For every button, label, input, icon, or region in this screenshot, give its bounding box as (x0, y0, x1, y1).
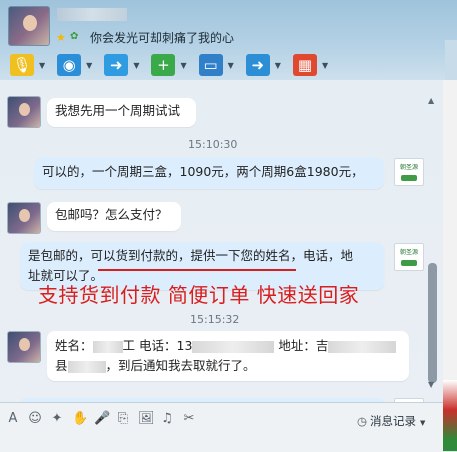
remote-desktop-button[interactable]: ▭ ▼ (198, 52, 234, 78)
chevron-down-icon[interactable]: ▼ (322, 61, 328, 70)
message-area[interactable]: 我想先用一个周期试试 15:10:30 可以的，一个周期三盒，1090元，两个周… (0, 80, 443, 402)
chevron-down-icon[interactable]: ▼ (180, 61, 186, 70)
message-text-line1: 是包邮的，可以货到付款的，提供一下您的姓名，电话，地 (28, 248, 354, 263)
chevron-down-icon[interactable]: ▼ (39, 61, 45, 70)
apps-button[interactable]: ▦ ▼ (292, 52, 328, 78)
scrollbar-thumb[interactable] (428, 263, 437, 383)
brand-logo-icon (401, 175, 417, 181)
font-icon[interactable]: A (6, 411, 20, 426)
brand-logo-icon (401, 260, 417, 266)
redacted-text (328, 340, 397, 353)
input-toolbar: A ☺ ✦ ✋ 🎤 ⎘ 🖼 ♫ ✂ ◷ 消息记录 ▼ (0, 402, 443, 452)
contact-name-blurred (57, 8, 127, 21)
message-history-button[interactable]: ◷ 消息记录 ▼ (357, 413, 425, 429)
scroll-up-icon[interactable]: ▲ (428, 96, 434, 105)
timestamp: 15:15:32 (190, 313, 240, 326)
timestamp: 15:10:30 (188, 138, 238, 151)
shake-icon[interactable]: ✋ (72, 411, 88, 426)
brand-name: 朝圣源 (399, 249, 418, 256)
file-transfer-button[interactable]: ➜ ▼ (104, 52, 139, 78)
contact-avatar[interactable] (8, 6, 50, 46)
message-text: 工 电话：13 (122, 338, 193, 353)
chevron-down-icon[interactable]: ▼ (275, 61, 281, 70)
chevron-down-icon[interactable]: ▼ (228, 61, 234, 70)
leaf-icon: ✿ (70, 31, 79, 42)
brand-avatar[interactable]: 朝圣源 (394, 158, 424, 186)
chat-scrollbar[interactable]: ▲ ▼ (427, 96, 438, 391)
brand-avatar[interactable]: 朝圣源 (394, 243, 424, 271)
side-panel-header (445, 40, 457, 80)
message-bubble: 可以的，一个周期三盒，1090元，两个周期6盒1980元， (34, 157, 384, 189)
chevron-down-icon[interactable]: ▼ (86, 61, 92, 70)
highlight-underline (98, 269, 296, 271)
add-message-icon: + (151, 54, 176, 76)
screen-share-icon: ➜ (245, 54, 270, 76)
contact-signature: 你会发光可却刺痛了我的心 (90, 31, 235, 45)
history-label: 消息记录 (370, 414, 417, 428)
emoji-icon[interactable]: ☺ (28, 411, 42, 426)
music-icon[interactable]: ♫ (160, 411, 174, 426)
side-panel (443, 80, 457, 451)
apps-icon: ▦ (292, 54, 317, 76)
redacted-text (92, 340, 123, 353)
message-text: 姓名： (55, 338, 93, 353)
chat-toolbar: 🎙 ▼ ◉ ▼ ➜ ▼ + ▼ ▭ ▼ ➜ ▼ ▦ ▼ (0, 50, 445, 80)
contact-avatar-small[interactable] (7, 96, 41, 128)
microphone-button[interactable]: 🎙 ▼ (10, 52, 45, 78)
message-bubble: 姓名： 工 电话：13 地址：吉 县 ，到后通知我去取就行了。 (47, 331, 409, 381)
brand-name: 朝圣源 (399, 164, 418, 171)
clock-icon: ◷ (357, 414, 368, 428)
screen-share-button[interactable]: ➜ ▼ (245, 52, 281, 78)
voice-icon[interactable]: 🎤 (94, 411, 110, 426)
add-message-button[interactable]: + ▼ (151, 52, 187, 78)
contact-avatar-small[interactable] (7, 331, 41, 363)
file-transfer-icon: ➜ (104, 54, 129, 76)
message-bubble: 我想先用一个周期试试 (47, 98, 196, 127)
promo-overlay-text: 支持货到付款 简便订单 快速送回家 (38, 283, 360, 307)
scissors-icon[interactable]: ✂ (182, 411, 196, 426)
contact-avatar-small[interactable] (7, 202, 41, 234)
video-call-button[interactable]: ◉ ▼ (57, 52, 92, 78)
message-text: ，到后通知我去取就行了。 (105, 358, 256, 373)
message-text: 包邮吗？怎么支付？ (55, 207, 168, 222)
redacted-text (192, 340, 275, 353)
remote-desktop-icon: ▭ (198, 54, 223, 76)
image-icon[interactable]: 🖼 (138, 411, 155, 426)
redacted-text (67, 360, 106, 373)
chevron-down-icon[interactable]: ▼ (420, 419, 425, 427)
chevron-down-icon[interactable]: ▼ (133, 61, 139, 70)
screenshot-icon[interactable]: ⎘ (116, 411, 130, 426)
star-icon: ★ (56, 31, 66, 44)
message-text: 我想先用一个周期试试 (55, 103, 181, 118)
scroll-down-icon[interactable]: ▼ (428, 380, 434, 389)
chat-window: ★ ✿ 你会发光可却刺痛了我的心 🎙 ▼ ◉ ▼ ➜ ▼ + ▼ ▭ ▼ ➜ ▼ ▦ ▼ 我想先用一个周期… (0, 0, 457, 452)
microphone-icon: 🎙 (10, 54, 34, 76)
message-bubble: 包邮吗？怎么支付？ (47, 202, 181, 231)
magic-icon[interactable]: ✦ (50, 411, 64, 426)
message-text: 可以的，一个周期三盒，1090元，两个周期6盒1980元， (42, 164, 364, 179)
input-tools: A ☺ ✦ ✋ 🎤 ⎘ 🖼 ♫ ✂ (6, 411, 196, 426)
message-text: 地址：吉 (278, 338, 329, 353)
video-call-icon: ◉ (57, 54, 82, 76)
message-text: 县 (55, 358, 68, 373)
